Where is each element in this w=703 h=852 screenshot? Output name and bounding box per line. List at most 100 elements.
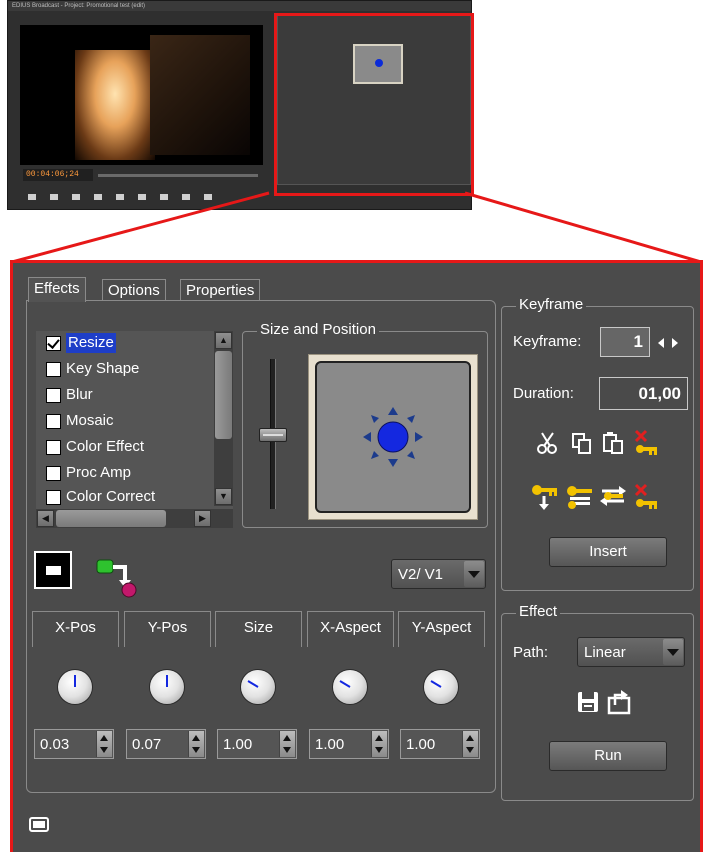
keyframe-number[interactable]: 1: [600, 327, 650, 357]
position-handle-icon[interactable]: [317, 363, 469, 511]
cut-icon[interactable]: [535, 431, 559, 455]
list-item-color-correct[interactable]: Color Correct: [36, 487, 211, 507]
effect-label: Mosaic: [66, 412, 114, 429]
thumbnail-transport-controls: [28, 194, 258, 202]
effects-list[interactable]: Resize Key Shape Blur Mosaic Color Effec…: [36, 331, 233, 528]
swap-tracks-icon[interactable]: [95, 558, 139, 598]
video-preview: [20, 25, 263, 165]
effect-label: Key Shape: [66, 360, 140, 377]
list-vertical-scrollbar[interactable]: ▲ ▼: [214, 331, 233, 506]
list-item-key-shape[interactable]: Key Shape: [36, 357, 211, 381]
key-list-icon[interactable]: [566, 483, 594, 511]
size-position-title: Size and Position: [257, 321, 379, 338]
list-horizontal-scrollbar[interactable]: ◀ ▶: [36, 509, 233, 528]
duration-field[interactable]: 01,00: [599, 377, 688, 410]
scroll-right-icon[interactable]: ▶: [194, 510, 211, 527]
zoom-slider-handle[interactable]: [259, 428, 287, 442]
display-mode-icon[interactable]: [34, 551, 72, 589]
scroll-down-icon[interactable]: ▼: [215, 488, 232, 505]
copy-icon[interactable]: [570, 431, 594, 455]
path-dropdown[interactable]: Linear: [577, 637, 685, 667]
thumbnail-title-bar: EDIUS Broadcast - Project: Promotional t…: [8, 1, 471, 11]
color-effect-checkbox[interactable]: [46, 439, 61, 455]
color-correct-checkbox[interactable]: [46, 489, 61, 505]
add-key-icon[interactable]: [531, 483, 559, 511]
keyframe-group-title: Keyframe: [516, 296, 587, 313]
thumbnail-scrubber: [98, 174, 258, 177]
spin-arrows-icon[interactable]: [462, 731, 478, 757]
duration-label: Duration:: [513, 385, 574, 402]
list-item-blur[interactable]: Blur: [36, 383, 211, 407]
y-aspect-knob[interactable]: [424, 670, 458, 704]
param-header-x-aspect: X-Aspect: [307, 611, 394, 647]
effect-group-title: Effect: [516, 603, 561, 620]
app-thumbnail: EDIUS Broadcast - Project: Promotional t…: [7, 0, 474, 210]
x-pos-value[interactable]: 0.03: [35, 736, 96, 753]
list-item-color-effect[interactable]: Color Effect: [36, 435, 211, 459]
vertical-scroll-thumb[interactable]: [215, 351, 232, 439]
y-aspect-value[interactable]: 1.00: [401, 736, 462, 753]
tab-effects[interactable]: Effects: [28, 277, 86, 302]
mosaic-checkbox[interactable]: [46, 413, 61, 429]
remove-key-icon[interactable]: [633, 483, 661, 511]
size-and-position-group: Size and Position: [242, 321, 488, 528]
layouter-panel: Effects Options Properties Resize Key Sh…: [10, 260, 703, 852]
keyframe-prev-next-icon[interactable]: [657, 337, 679, 349]
y-pos-knob[interactable]: [150, 670, 184, 704]
run-button[interactable]: Run: [549, 741, 667, 771]
blur-checkbox[interactable]: [46, 387, 61, 403]
spin-arrows-icon[interactable]: [188, 731, 204, 757]
delete-keys-icon[interactable]: [633, 429, 661, 457]
scroll-up-icon[interactable]: ▲: [215, 332, 232, 349]
monitor-icon[interactable]: [29, 817, 49, 832]
load-icon[interactable]: [607, 689, 631, 715]
x-aspect-spinbox[interactable]: 1.00: [309, 729, 389, 759]
scroll-left-icon[interactable]: ◀: [37, 510, 54, 527]
size-knob[interactable]: [241, 670, 275, 704]
horizontal-scroll-thumb[interactable]: [56, 510, 166, 527]
x-aspect-knob[interactable]: [333, 670, 367, 704]
track-select-value: V2/ V1: [398, 565, 444, 583]
insert-button[interactable]: Insert: [549, 537, 667, 567]
path-label: Path:: [513, 644, 549, 661]
tab-properties[interactable]: Properties: [180, 279, 261, 301]
list-item-resize[interactable]: Resize: [36, 331, 211, 355]
highlight-box: [274, 13, 474, 196]
save-icon[interactable]: [577, 691, 599, 713]
keyframe-label: Keyframe:: [513, 333, 582, 350]
size-value[interactable]: 1.00: [218, 736, 279, 753]
list-item-mosaic[interactable]: Mosaic: [36, 409, 211, 433]
param-header-y-pos: Y-Pos: [124, 611, 211, 647]
effect-label: Proc Amp: [66, 464, 132, 481]
param-header-y-aspect: Y-Aspect: [398, 611, 485, 647]
param-header-size: Size: [215, 611, 302, 647]
effect-label: Color Correct: [66, 488, 156, 505]
spin-arrows-icon[interactable]: [96, 731, 112, 757]
track-select-dropdown[interactable]: V2/ V1: [391, 559, 486, 589]
x-pos-spinbox[interactable]: 0.03: [34, 729, 114, 759]
y-aspect-spinbox[interactable]: 1.00: [400, 729, 480, 759]
effect-label: Color Effect: [66, 438, 145, 455]
effect-label: Resize: [66, 333, 116, 353]
spin-arrows-icon[interactable]: [371, 731, 387, 757]
size-spinbox[interactable]: 1.00: [217, 729, 297, 759]
spin-arrows-icon[interactable]: [279, 731, 295, 757]
thumbnail-timecode: 00:04:06;24: [23, 169, 93, 181]
replace-key-icon[interactable]: [599, 483, 627, 511]
x-aspect-value[interactable]: 1.00: [310, 736, 371, 753]
position-preview-canvas[interactable]: [315, 361, 471, 513]
param-header-x-pos: X-Pos: [32, 611, 119, 647]
list-item-proc-amp[interactable]: Proc Amp: [36, 461, 211, 485]
key-shape-checkbox[interactable]: [46, 361, 61, 377]
proc-amp-checkbox[interactable]: [46, 465, 61, 481]
path-value: Linear: [584, 643, 626, 661]
tab-options[interactable]: Options: [102, 279, 166, 301]
resize-checkbox[interactable]: [46, 335, 61, 351]
y-pos-spinbox[interactable]: 0.07: [126, 729, 206, 759]
x-pos-knob[interactable]: [58, 670, 92, 704]
chevron-down-icon[interactable]: [464, 561, 484, 587]
chevron-down-icon[interactable]: [663, 639, 683, 665]
y-pos-value[interactable]: 0.07: [127, 736, 188, 753]
paste-icon[interactable]: [601, 431, 625, 455]
effect-label: Blur: [66, 386, 93, 403]
